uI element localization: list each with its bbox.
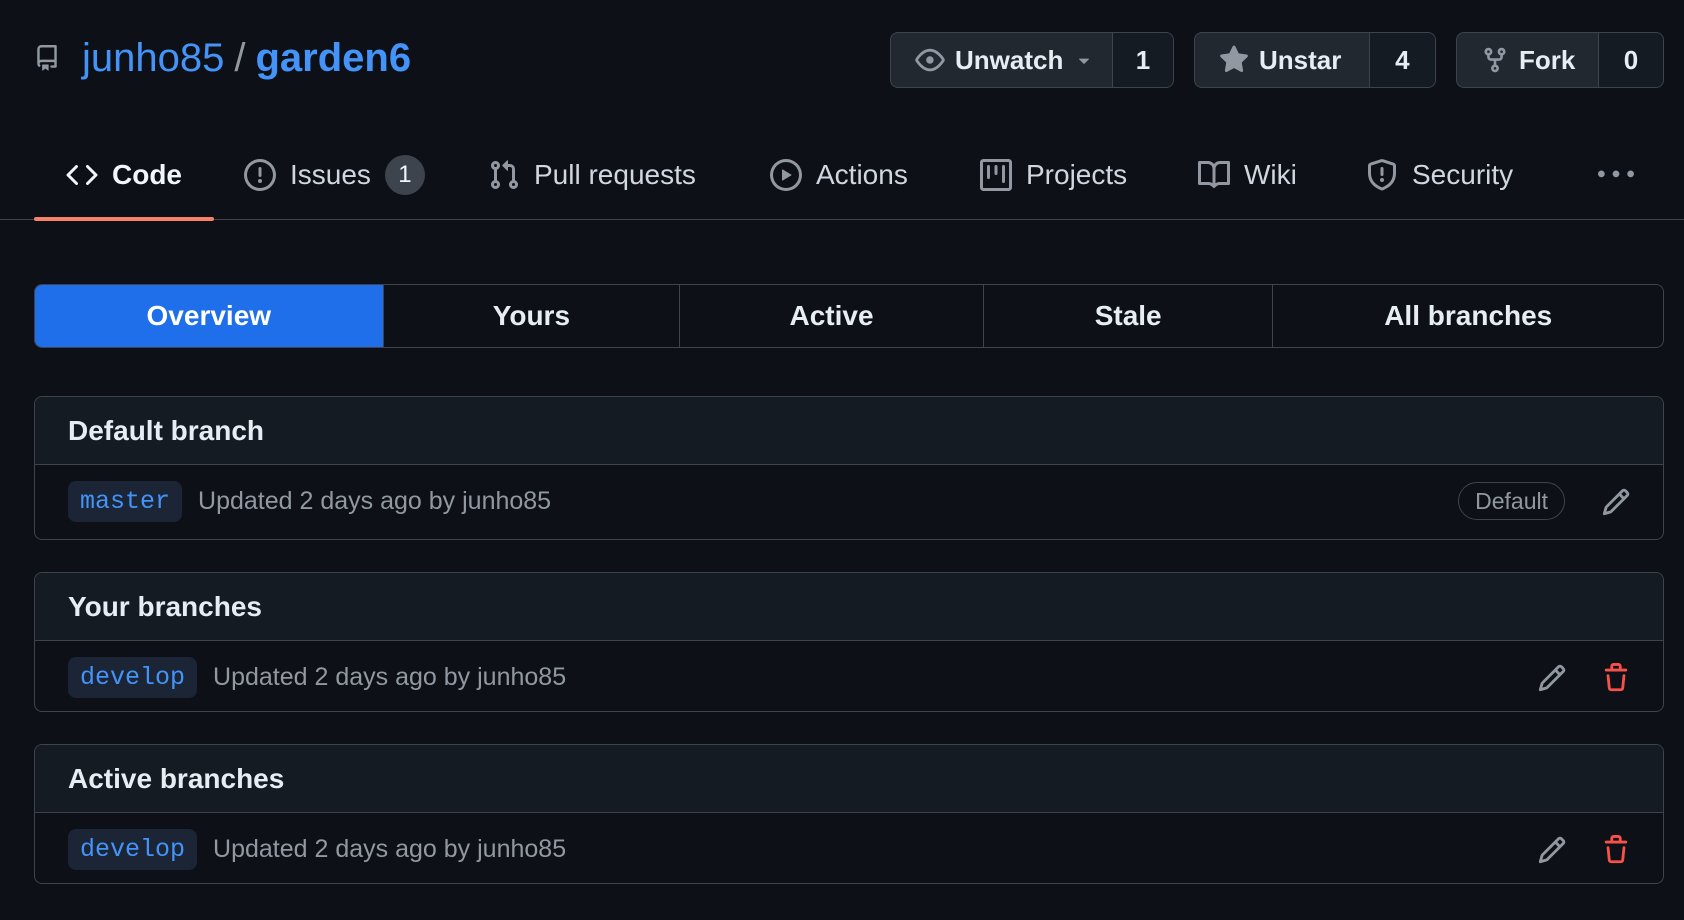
pull-request-icon [488, 159, 520, 191]
branch-updated-text: Updated 2 days ago by junho85 [213, 663, 566, 692]
updated-label: Updated 2 days ago by [213, 662, 471, 691]
fork-button[interactable]: Fork [1457, 33, 1599, 87]
branch-updated-text: Updated 2 days ago by junho85 [213, 835, 566, 864]
forks-count[interactable]: 0 [1599, 33, 1663, 87]
tab-issues-label: Issues [290, 159, 371, 190]
tab-wiki-label: Wiki [1244, 159, 1297, 190]
subnav-active[interactable]: Active [680, 285, 984, 347]
section-title: Default branch [35, 397, 1663, 465]
repo-owner-link[interactable]: junho85 [82, 36, 224, 81]
tab-pull-requests[interactable]: Pull requests [488, 130, 696, 220]
star-button-group: Unstar 4 [1194, 32, 1436, 88]
your-branches-box: Your branches develop Updated 2 days ago… [34, 572, 1664, 712]
subnav-all-branches[interactable]: All branches [1273, 285, 1663, 347]
triangle-down-icon [1073, 49, 1095, 71]
tab-pull-requests-label: Pull requests [534, 159, 696, 190]
author-link[interactable]: junho85 [462, 487, 551, 515]
unwatch-button[interactable]: Unwatch [891, 33, 1113, 87]
trash-icon[interactable] [1601, 663, 1631, 693]
repo-icon [34, 41, 64, 75]
issue-icon [244, 159, 276, 191]
branch-row: develop Updated 2 days ago by junho85 [35, 641, 1663, 711]
branch-name-link[interactable]: develop [68, 656, 198, 698]
tab-issues[interactable]: Issues 1 [244, 130, 425, 220]
repo-name-link[interactable]: garden6 [256, 36, 412, 81]
star-icon [1219, 45, 1249, 75]
kebab-horizontal-icon [1598, 157, 1634, 193]
tab-actions[interactable]: Actions [770, 130, 908, 220]
unstar-label: Unstar [1259, 44, 1342, 75]
tab-security-label: Security [1412, 159, 1514, 190]
eye-icon [915, 45, 945, 75]
branch-row: develop Updated 2 days ago by junho85 [35, 813, 1663, 883]
fork-icon [1481, 46, 1509, 74]
unstar-button[interactable]: Unstar [1195, 33, 1370, 87]
fork-label: Fork [1519, 44, 1576, 75]
repo-header: junho85 / garden6 Unwatch 1 Unstar 4 For… [0, 0, 1684, 120]
tab-security[interactable]: Security [1366, 130, 1513, 220]
active-branches-box: Active branches develop Updated 2 days a… [34, 744, 1664, 884]
branch-row: master Updated 2 days ago by junho85 Def… [35, 465, 1663, 537]
fork-button-group: Fork 0 [1456, 32, 1664, 88]
watchers-count[interactable]: 1 [1113, 33, 1173, 87]
branches-subnav: Overview Yours Active Stale All branches [34, 284, 1664, 348]
repo-nav-tabs: Code Issues 1 Pull requests Actions Proj… [0, 130, 1684, 221]
tab-code[interactable]: Code [34, 130, 214, 221]
subnav-overview[interactable]: Overview [35, 285, 384, 347]
shield-icon [1366, 159, 1398, 191]
default-badge: Default [1458, 482, 1565, 520]
tab-actions-label: Actions [816, 159, 908, 190]
branch-name-link[interactable]: develop [68, 828, 198, 870]
author-link[interactable]: junho85 [477, 835, 566, 863]
repo-title: junho85 / garden6 [34, 30, 411, 86]
subnav-yours[interactable]: Yours [384, 285, 681, 347]
updated-label: Updated 2 days ago by [198, 486, 456, 515]
tab-projects-label: Projects [1026, 159, 1128, 190]
branch-updated-text: Updated 2 days ago by junho85 [198, 487, 551, 516]
tab-projects[interactable]: Projects [980, 130, 1127, 220]
unwatch-label: Unwatch [955, 44, 1064, 75]
section-title: Your branches [35, 573, 1663, 641]
branch-name-link[interactable]: master [68, 480, 183, 522]
author-link[interactable]: junho85 [477, 663, 566, 691]
default-branch-box: Default branch master Updated 2 days ago… [34, 396, 1664, 540]
project-icon [980, 159, 1012, 191]
more-tabs-button[interactable] [1598, 130, 1634, 220]
pencil-icon[interactable] [1537, 835, 1567, 865]
pencil-icon[interactable] [1601, 487, 1631, 517]
watch-button-group: Unwatch 1 [890, 32, 1174, 88]
play-icon [770, 159, 802, 191]
subnav-stale[interactable]: Stale [984, 285, 1274, 347]
updated-label: Updated 2 days ago by [213, 834, 471, 863]
stars-count[interactable]: 4 [1369, 33, 1435, 87]
issues-counter: 1 [384, 155, 425, 195]
section-title: Active branches [35, 745, 1663, 813]
repo-separator: / [234, 35, 246, 80]
trash-icon[interactable] [1601, 835, 1631, 865]
code-icon [66, 159, 98, 191]
pencil-icon[interactable] [1537, 663, 1567, 693]
tab-code-label: Code [112, 159, 182, 190]
tab-wiki[interactable]: Wiki [1198, 130, 1297, 220]
book-icon [1198, 159, 1230, 191]
